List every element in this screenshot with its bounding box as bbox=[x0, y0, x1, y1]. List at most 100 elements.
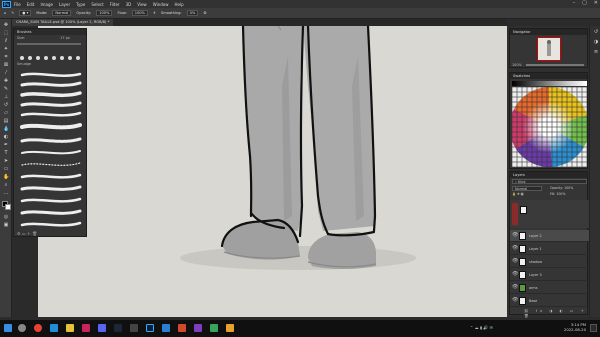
healing-brush-icon[interactable]: ✚ bbox=[3, 79, 9, 84]
edge-icon[interactable] bbox=[50, 324, 58, 332]
path-select-icon[interactable]: ➤ bbox=[3, 159, 9, 164]
layer-name[interactable]: Base bbox=[529, 299, 537, 303]
app-icon[interactable] bbox=[162, 324, 170, 332]
frame-tool-icon[interactable]: ⊠ bbox=[3, 63, 9, 68]
layer-row-base[interactable]: 👁 Base bbox=[510, 295, 589, 307]
document-canvas[interactable] bbox=[38, 26, 507, 317]
home-icon[interactable]: ⌂ bbox=[4, 11, 6, 15]
document-tab[interactable]: CHARA_SUIN TAILLE.psd @ 100% (Layer 2, R… bbox=[12, 19, 114, 26]
notifications-icon[interactable] bbox=[590, 324, 597, 332]
pen-tool-icon[interactable]: ✒ bbox=[3, 143, 9, 148]
layer-row-layer-2[interactable]: 👁 Layer 2 bbox=[510, 230, 589, 242]
grayscale-swatches[interactable] bbox=[512, 81, 587, 86]
hand-tool-icon[interactable]: ✋ bbox=[3, 175, 9, 180]
menu-edit[interactable]: Edit bbox=[27, 2, 35, 7]
brush-size-value[interactable]: 17 px bbox=[60, 36, 70, 40]
opacity-input[interactable]: 100% bbox=[96, 10, 113, 16]
menu-filter[interactable]: Filter bbox=[110, 2, 120, 7]
navigator-preview[interactable] bbox=[537, 37, 561, 61]
adjustments-panel-icon[interactable]: ◑ bbox=[593, 40, 599, 45]
flow-input[interactable]: 100% bbox=[131, 10, 148, 16]
recent-brushes[interactable] bbox=[18, 48, 84, 60]
app-icon[interactable] bbox=[178, 324, 186, 332]
app-icon[interactable] bbox=[194, 324, 202, 332]
mode-select[interactable]: Normal bbox=[52, 10, 72, 16]
background-color-swatch[interactable] bbox=[5, 204, 11, 210]
more-tools-icon[interactable]: … bbox=[3, 191, 9, 196]
chrome-icon[interactable] bbox=[34, 324, 42, 332]
layer-row-layer-3[interactable]: 👁 Layer 3 bbox=[510, 269, 589, 281]
maximize-button[interactable]: ▢ bbox=[582, 0, 587, 6]
layer-name[interactable]: arms bbox=[529, 286, 537, 290]
settings-gear-icon[interactable]: ⚙ bbox=[203, 11, 206, 15]
layer-name[interactable]: Layer 3 bbox=[529, 273, 542, 277]
lock-icons[interactable]: 🔒 ✥ ▦ bbox=[512, 192, 524, 196]
layer-name[interactable]: shadow bbox=[529, 260, 542, 264]
app-icon[interactable] bbox=[130, 324, 138, 332]
close-button[interactable]: ✕ bbox=[594, 0, 598, 6]
brush-tool-icon[interactable]: ✎ bbox=[11, 11, 14, 15]
color-wheel-swatches[interactable] bbox=[512, 87, 587, 167]
vlc-icon[interactable] bbox=[226, 324, 234, 332]
history-panel-icon[interactable]: ↺ bbox=[593, 30, 599, 35]
clock[interactable]: 3:14 PM 2022-08-20 bbox=[556, 322, 586, 332]
layer-group-row[interactable] bbox=[510, 200, 589, 228]
menu-3d[interactable]: 3D bbox=[126, 2, 132, 7]
visibility-eye-icon[interactable]: 👁 bbox=[512, 272, 518, 277]
move-tool-icon[interactable]: ✥ bbox=[3, 23, 9, 28]
start-button-icon[interactable] bbox=[4, 324, 12, 332]
blend-mode-select[interactable]: Normal bbox=[512, 186, 542, 191]
photoshop-taskbar-icon[interactable] bbox=[146, 324, 154, 332]
layer-filter-kind[interactable]: ⌕ Kind bbox=[512, 179, 587, 184]
visibility-eye-icon[interactable]: 👁 bbox=[512, 298, 518, 303]
quick-select-icon[interactable]: ✦ bbox=[3, 47, 9, 52]
visibility-eye-icon[interactable]: 👁 bbox=[512, 246, 518, 251]
app-icon[interactable] bbox=[82, 324, 90, 332]
properties-panel-icon[interactable]: ≡ bbox=[593, 50, 599, 55]
layer-fill[interactable]: Fill: 100% bbox=[550, 192, 565, 196]
smoothing-input[interactable]: 0% bbox=[186, 10, 199, 16]
type-tool-icon[interactable]: T bbox=[3, 151, 9, 156]
visibility-eye-icon[interactable]: 👁 bbox=[512, 285, 518, 290]
brush-size-slider[interactable] bbox=[17, 43, 81, 45]
airbrush-icon[interactable]: ✈ bbox=[153, 11, 156, 15]
brush-panel-footer-icons[interactable]: ⚙ ▭ ＋ 🗑 bbox=[17, 231, 37, 237]
rectangle-tool-icon[interactable]: ▭ bbox=[3, 167, 9, 172]
zoom-tool-icon[interactable]: ⌕ bbox=[3, 183, 9, 188]
layer-row-shadow[interactable]: 👁 shadow bbox=[510, 256, 589, 268]
brush-group-label[interactable]: Smudge bbox=[14, 61, 31, 67]
navigator-zoom[interactable]: 100% bbox=[512, 63, 522, 67]
layer-row-layer-1[interactable]: 👁 Layer 1 bbox=[510, 243, 589, 255]
discord-icon[interactable] bbox=[98, 324, 106, 332]
eyedropper-icon[interactable]: ⁄ bbox=[3, 71, 9, 76]
lasso-tool-icon[interactable]: ℓ bbox=[3, 39, 9, 44]
menu-type[interactable]: Type bbox=[76, 2, 85, 7]
gradient-tool-icon[interactable]: ▤ bbox=[3, 119, 9, 124]
file-explorer-icon[interactable] bbox=[66, 324, 74, 332]
screen-mode-icon[interactable]: ▣ bbox=[3, 223, 9, 228]
quick-mask-icon[interactable]: ◎ bbox=[3, 215, 9, 220]
menu-view[interactable]: View bbox=[137, 2, 147, 7]
visibility-eye-icon[interactable]: 👁 bbox=[512, 259, 518, 264]
menu-help[interactable]: Help bbox=[174, 2, 183, 7]
eraser-tool-icon[interactable]: ▱ bbox=[3, 111, 9, 116]
layers-footer-icons[interactable]: ⛓ fx ◑ ◐ ▭ ＋ 🗑 bbox=[524, 309, 587, 318]
blur-tool-icon[interactable]: 💧 bbox=[3, 127, 9, 132]
clone-stamp-icon[interactable]: ⊥ bbox=[3, 95, 9, 100]
menu-select[interactable]: Select bbox=[91, 2, 103, 7]
history-brush-icon[interactable]: ↺ bbox=[3, 103, 9, 108]
menu-image[interactable]: Image bbox=[40, 2, 53, 7]
layer-name[interactable]: Layer 1 bbox=[529, 247, 542, 251]
app-icon[interactable] bbox=[210, 324, 218, 332]
layer-row-arms[interactable]: 👁 arms bbox=[510, 282, 589, 294]
steam-icon[interactable] bbox=[114, 324, 122, 332]
navigator-zoom-slider[interactable] bbox=[526, 64, 584, 66]
minimize-button[interactable]: – bbox=[573, 0, 576, 6]
brush-stroke-list[interactable] bbox=[20, 69, 82, 234]
layer-opacity[interactable]: Opacity: 100% bbox=[550, 186, 573, 190]
menu-window[interactable]: Window bbox=[153, 2, 169, 7]
visibility-eye-icon[interactable]: 👁 bbox=[512, 233, 518, 238]
marquee-tool-icon[interactable]: ⬚ bbox=[3, 31, 9, 36]
menu-layer[interactable]: Layer bbox=[59, 2, 70, 7]
system-tray-icons[interactable]: ⌃ ☁ ▮ 🔊 ✉ bbox=[470, 325, 493, 330]
